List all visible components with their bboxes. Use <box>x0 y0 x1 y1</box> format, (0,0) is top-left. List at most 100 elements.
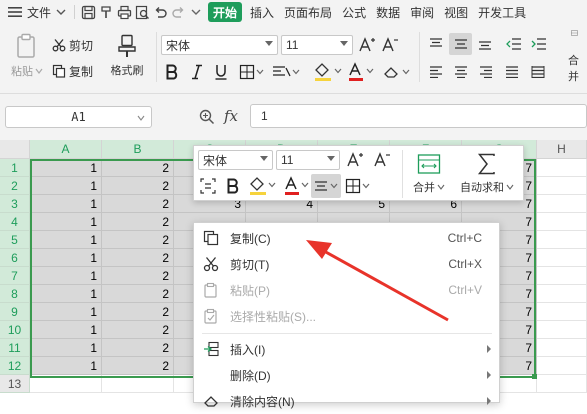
paste-button[interactable]: 粘贴 <box>8 32 46 80</box>
print-icon[interactable] <box>115 3 133 21</box>
cell[interactable]: 1 <box>30 177 102 195</box>
quick-access-dropdown-icon[interactable] <box>187 3 205 21</box>
mini-border-button[interactable] <box>344 176 372 196</box>
row-header[interactable]: 13 <box>0 375 30 393</box>
menu-item-delete[interactable]: 删除(D) <box>194 362 499 388</box>
cell[interactable] <box>30 375 102 393</box>
cell[interactable] <box>537 267 587 285</box>
mini-font-size-select[interactable]: 11 <box>276 150 340 170</box>
cell[interactable] <box>537 375 587 393</box>
mini-format-button[interactable] <box>199 176 217 196</box>
italic-button[interactable] <box>188 62 206 82</box>
tab-1[interactable]: 插入 <box>245 0 279 24</box>
cell[interactable]: 1 <box>30 285 102 303</box>
cell[interactable]: 2 <box>102 195 174 213</box>
mini-merge-button[interactable]: 合并 <box>409 149 449 199</box>
file-menu[interactable]: 文件 <box>0 0 70 24</box>
bold-button[interactable] <box>163 62 181 82</box>
tab-4[interactable]: 数据 <box>371 0 405 24</box>
menu-item-clear-contents[interactable]: 清除内容(N) <box>194 388 499 414</box>
align-right-button[interactable] <box>477 63 495 81</box>
row-header[interactable]: 3 <box>0 195 30 213</box>
column-header[interactable]: A <box>30 140 102 159</box>
mini-fill-color-button[interactable] <box>247 175 277 197</box>
cell[interactable]: 1 <box>30 267 102 285</box>
mini-decrease-font-button[interactable] <box>373 150 391 170</box>
cell[interactable] <box>537 249 587 267</box>
cell[interactable]: 1 <box>30 357 102 375</box>
cell[interactable] <box>537 339 587 357</box>
cell[interactable]: 1 <box>30 303 102 321</box>
row-header[interactable]: 6 <box>0 249 30 267</box>
mini-bold-button[interactable] <box>224 176 242 196</box>
row-header[interactable]: 4 <box>0 213 30 231</box>
border-button[interactable] <box>238 62 266 82</box>
cell[interactable]: 1 <box>30 339 102 357</box>
cell[interactable]: 1 <box>30 159 102 177</box>
cell[interactable] <box>537 303 587 321</box>
cell[interactable] <box>537 231 587 249</box>
row-header[interactable]: 11 <box>0 339 30 357</box>
cut-button[interactable]: 剪切 <box>52 36 93 54</box>
cell[interactable]: 2 <box>102 213 174 231</box>
cell[interactable]: 2 <box>102 303 174 321</box>
cell[interactable]: 2 <box>102 285 174 303</box>
tab-6[interactable]: 视图 <box>439 0 473 24</box>
cell[interactable] <box>537 195 587 213</box>
cell[interactable] <box>537 321 587 339</box>
align-bottom-button[interactable] <box>476 35 494 53</box>
cell[interactable]: 2 <box>102 231 174 249</box>
distributed-button[interactable] <box>529 63 547 81</box>
mini-autosum-button[interactable]: 自动求和 <box>456 149 518 199</box>
cell[interactable] <box>102 375 174 393</box>
format-painter-quick-icon[interactable] <box>97 3 115 21</box>
copy-button[interactable]: 复制 <box>52 62 93 80</box>
cell[interactable]: 1 <box>30 231 102 249</box>
cell[interactable] <box>537 177 587 195</box>
row-header[interactable]: 1 <box>0 159 30 177</box>
merge-button-ribbon[interactable]: 合并 <box>560 30 587 84</box>
menu-item-insert[interactable]: 插入(I) <box>194 336 499 362</box>
row-header[interactable]: 8 <box>0 285 30 303</box>
tab-7[interactable]: 开发工具 <box>473 0 531 24</box>
cell[interactable]: 2 <box>102 321 174 339</box>
cell[interactable] <box>537 357 587 375</box>
cell[interactable] <box>537 213 587 231</box>
fill-style-button[interactable] <box>270 62 302 82</box>
mini-font-color-button[interactable] <box>282 175 310 197</box>
align-left-button[interactable] <box>427 63 445 81</box>
cell[interactable]: 2 <box>102 339 174 357</box>
decrease-font-button[interactable] <box>381 35 399 55</box>
format-painter-button[interactable]: 格式刷 <box>106 32 148 80</box>
mini-align-button[interactable] <box>311 174 341 198</box>
font-name-select[interactable]: 宋体 <box>161 35 278 55</box>
formula-input[interactable]: 1 <box>250 104 587 128</box>
fill-handle[interactable] <box>532 374 537 379</box>
redo-icon[interactable] <box>169 3 187 21</box>
justify-button[interactable] <box>503 63 521 81</box>
tab-2[interactable]: 页面布局 <box>279 0 337 24</box>
decrease-indent-button[interactable] <box>505 35 523 53</box>
fill-color-button[interactable] <box>312 61 344 83</box>
column-header[interactable]: B <box>102 140 174 159</box>
font-color-button[interactable] <box>346 61 376 83</box>
cell[interactable]: 1 <box>30 213 102 231</box>
select-all-corner[interactable] <box>0 140 30 159</box>
print-preview-icon[interactable] <box>133 3 151 21</box>
cell[interactable]: 1 <box>30 321 102 339</box>
menu-item-paste-special[interactable]: 选择性粘贴(S)... <box>194 303 499 329</box>
clear-button[interactable] <box>382 62 414 82</box>
cell[interactable]: 2 <box>102 357 174 375</box>
fx-icon[interactable]: fx <box>224 107 238 125</box>
cell[interactable] <box>537 159 587 177</box>
align-center-button[interactable] <box>452 63 470 81</box>
row-header[interactable]: 5 <box>0 231 30 249</box>
cell[interactable]: 2 <box>102 159 174 177</box>
mini-increase-font-button[interactable] <box>346 150 364 170</box>
align-top-button[interactable] <box>427 35 445 53</box>
tab-0[interactable]: 开始 <box>208 2 243 22</box>
tab-5[interactable]: 审阅 <box>405 0 439 24</box>
save-icon[interactable] <box>79 3 97 21</box>
menu-item-cut[interactable]: 剪切(T) Ctrl+X <box>194 251 499 277</box>
cell[interactable]: 1 <box>30 195 102 213</box>
